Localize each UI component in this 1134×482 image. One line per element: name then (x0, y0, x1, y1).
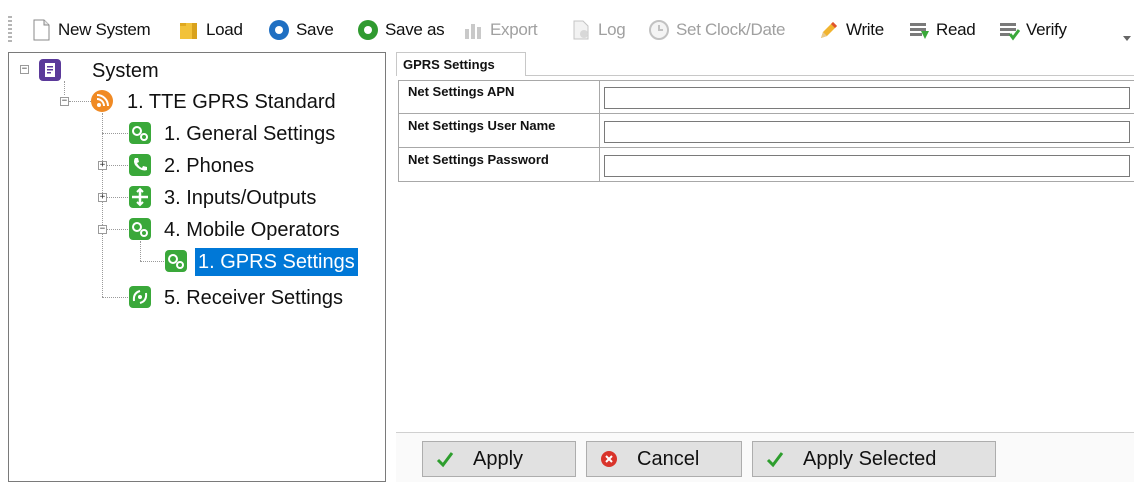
apn-label: Net Settings APN (398, 80, 600, 114)
gears-icon (129, 218, 151, 240)
export-button[interactable]: Export (462, 15, 538, 45)
load-label: Load (206, 20, 243, 39)
user-name-input[interactable] (604, 121, 1130, 143)
check-icon (435, 449, 455, 469)
verify-icon (998, 19, 1021, 41)
read-button[interactable]: Read (908, 15, 976, 45)
save-as-button[interactable]: Save as (357, 15, 445, 45)
toolbar-grip[interactable] (8, 16, 12, 42)
export-icon (462, 19, 484, 41)
tree-connector (64, 81, 65, 95)
tree-connector (107, 165, 128, 166)
arrows-icon (129, 186, 151, 208)
gears-icon (165, 250, 187, 272)
password-input[interactable] (604, 155, 1130, 177)
verify-label: Verify (1026, 20, 1067, 39)
tree-connector (107, 229, 128, 230)
gears-icon (129, 122, 151, 144)
tree-node-system[interactable]: System (89, 57, 162, 85)
device-icon (91, 90, 113, 112)
cancel-icon (599, 449, 619, 469)
tree-connector (102, 113, 103, 297)
tree-connector (140, 241, 141, 261)
read-icon (908, 19, 930, 41)
tree-connector (102, 297, 128, 298)
phone-icon (129, 154, 151, 176)
set-clock-label: Set Clock/Date (676, 20, 786, 39)
set-clock-button[interactable]: Set Clock/Date (648, 15, 785, 45)
log-icon (570, 19, 592, 41)
check-icon (765, 449, 785, 469)
export-label: Export (490, 20, 538, 39)
apply-label: Apply (473, 447, 524, 470)
tree-node-gprs-settings[interactable]: 1. GPRS Settings (195, 248, 358, 276)
tab-strip-line (526, 75, 1134, 76)
verify-button[interactable]: Verify (998, 15, 1067, 45)
new-system-label: New System (58, 20, 151, 39)
cancel-button[interactable]: Cancel (586, 441, 742, 477)
grid-row-apn: Net Settings APN (398, 80, 1134, 114)
tree-node-receiver-settings[interactable]: 5. Receiver Settings (161, 284, 346, 312)
tree-connector (69, 101, 93, 102)
pencil-icon (818, 19, 840, 41)
receiver-icon (129, 286, 151, 308)
save-as-label: Save as (385, 20, 445, 39)
tree-view: − − + + − System 1. TTE GPRS Standard 1.… (8, 52, 386, 482)
load-button[interactable]: Load (178, 15, 243, 45)
save-disc-icon (268, 19, 290, 41)
apply-selected-label: Apply Selected (803, 447, 937, 470)
folder-icon (178, 19, 200, 41)
tree-connector (140, 261, 164, 262)
expander-collapse[interactable]: − (20, 65, 29, 74)
cancel-label: Cancel (637, 447, 700, 470)
grid-row-password: Net Settings Password (398, 148, 1134, 182)
grid-row-user-name: Net Settings User Name (398, 114, 1134, 148)
save-label: Save (296, 20, 334, 39)
tree-node-general-settings[interactable]: 1. General Settings (161, 120, 338, 148)
apply-button[interactable]: Apply (422, 441, 576, 477)
expander-expand[interactable]: + (98, 193, 107, 202)
new-system-button[interactable]: New System (30, 15, 151, 45)
clock-icon (648, 19, 670, 41)
settings-panel: GPRS Settings Net Settings APN Net Setti… (396, 52, 1134, 482)
save-as-disc-icon (357, 19, 379, 41)
tree-node-device[interactable]: 1. TTE GPRS Standard (124, 88, 339, 116)
new-document-icon (30, 19, 52, 41)
action-bar: Apply Cancel Apply Selected (396, 432, 1134, 482)
toolbar: New System Load Save Save as Export Log (0, 0, 1134, 56)
read-label: Read (936, 20, 976, 39)
write-label: Write (846, 20, 884, 39)
password-label: Net Settings Password (398, 148, 600, 182)
system-icon (39, 59, 61, 81)
toolbar-overflow-icon[interactable] (1123, 36, 1131, 41)
write-button[interactable]: Write (818, 15, 884, 45)
expander-collapse[interactable]: − (98, 225, 107, 234)
tree-node-mobile-operators[interactable]: 4. Mobile Operators (161, 216, 343, 244)
expander-collapse[interactable]: − (60, 97, 69, 106)
tree-connector (102, 133, 128, 134)
log-label: Log (598, 20, 626, 39)
tree-node-inputs-outputs[interactable]: 3. Inputs/Outputs (161, 184, 319, 212)
expander-expand[interactable]: + (98, 161, 107, 170)
user-name-label: Net Settings User Name (398, 114, 600, 148)
save-button[interactable]: Save (268, 15, 334, 45)
apply-selected-button[interactable]: Apply Selected (752, 441, 996, 477)
log-button[interactable]: Log (570, 15, 626, 45)
tree-node-phones[interactable]: 2. Phones (161, 152, 257, 180)
apn-input[interactable] (604, 87, 1130, 109)
tree-connector (107, 197, 128, 198)
tab-gprs-settings[interactable]: GPRS Settings (396, 52, 526, 76)
